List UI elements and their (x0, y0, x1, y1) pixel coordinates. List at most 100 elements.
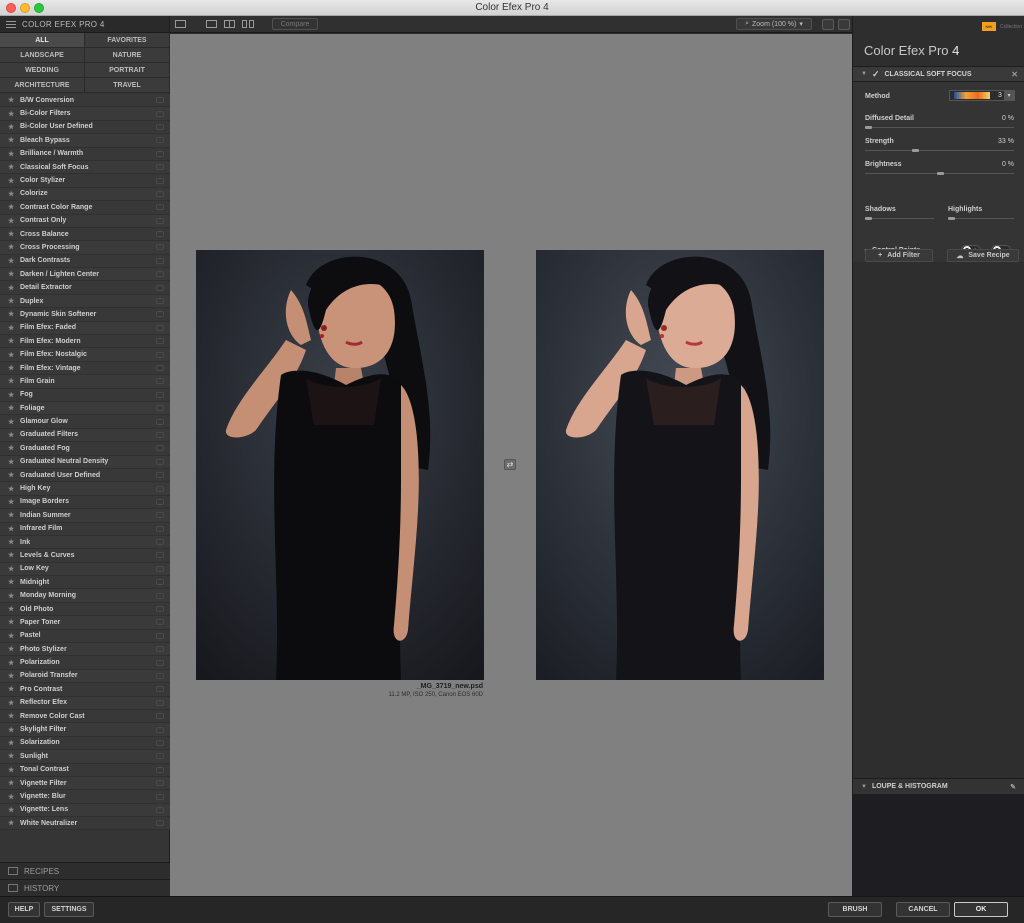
star-icon[interactable]: ★ (8, 351, 20, 359)
star-icon[interactable]: ★ (8, 726, 20, 734)
filter-presets-icon[interactable] (156, 431, 164, 438)
filter-item[interactable]: ★ Classical Soft Focus (0, 160, 170, 175)
star-icon[interactable]: ★ (8, 297, 20, 305)
star-icon[interactable]: ★ (8, 632, 20, 640)
filter-item[interactable]: ★ Vignette: Blur (0, 790, 170, 804)
filter-presets-icon[interactable] (156, 405, 164, 412)
star-icon[interactable]: ★ (8, 471, 20, 479)
filter-presets-icon[interactable] (156, 365, 164, 371)
filter-item[interactable]: ★ Cross Processing (0, 241, 170, 255)
filter-item[interactable]: ★ Color Stylizer (0, 174, 170, 188)
filter-item[interactable]: ★ Graduated Filters (0, 428, 170, 443)
filter-presets-icon[interactable] (156, 485, 164, 492)
add-filter-button[interactable]: + Add Filter (865, 249, 933, 262)
star-icon[interactable]: ★ (8, 645, 20, 653)
filter-item[interactable]: ★ Ink (0, 535, 170, 550)
star-icon[interactable]: ★ (8, 324, 20, 332)
star-icon[interactable]: ★ (8, 618, 20, 626)
filter-presets-icon[interactable] (156, 231, 164, 238)
slider-thumb[interactable] (912, 149, 920, 152)
star-icon[interactable]: ★ (8, 712, 20, 720)
star-icon[interactable]: ★ (8, 779, 20, 787)
save-recipe-button[interactable]: ☁ Save Recipe (947, 249, 1019, 262)
collapse-icon[interactable]: ▼ (861, 784, 867, 790)
filter-presets-icon[interactable] (156, 164, 164, 171)
star-icon[interactable]: ★ (8, 404, 20, 412)
star-icon[interactable]: ★ (8, 551, 20, 559)
category-tab-wedding[interactable]: WEDDING (0, 63, 85, 78)
filter-presets-icon[interactable] (156, 820, 164, 827)
settings-button[interactable]: SETTINGS (44, 902, 94, 917)
filter-item[interactable]: ★ Bi-Color Filters (0, 107, 170, 121)
star-icon[interactable]: ★ (8, 685, 20, 693)
filter-item[interactable]: ★ Darken / Lighten Center (0, 268, 170, 282)
star-icon[interactable]: ★ (8, 819, 20, 827)
split-view-icon[interactable] (224, 20, 235, 28)
filter-presets-icon[interactable] (156, 793, 164, 800)
filter-presets-icon[interactable] (156, 338, 164, 345)
category-tab-favorites[interactable]: FAVORITES (85, 33, 170, 48)
category-tab-portrait[interactable]: PORTRAIT (85, 63, 170, 78)
star-icon[interactable]: ★ (8, 752, 20, 760)
filter-presets-icon[interactable] (156, 284, 164, 291)
filter-presets-icon[interactable] (156, 632, 164, 639)
filter-item[interactable]: ★ Contrast Only (0, 214, 170, 228)
filter-presets-icon[interactable] (156, 445, 164, 452)
filter-enabled-checkmark-icon[interactable]: ✓ (872, 69, 880, 80)
filter-presets-icon[interactable] (156, 525, 164, 532)
filter-item[interactable]: ★ Reflector Efex (0, 696, 170, 710)
star-icon[interactable]: ★ (8, 150, 20, 158)
recipes-section[interactable]: RECIPES (0, 862, 170, 879)
filter-item[interactable]: ★ Graduated User Defined (0, 468, 170, 483)
filter-presets-icon[interactable] (156, 539, 164, 546)
filter-item[interactable]: ★ Colorize (0, 187, 170, 202)
pin-icon[interactable]: ✎ (1010, 783, 1016, 791)
sidebar-toggle-icon[interactable] (175, 20, 186, 28)
star-icon[interactable]: ★ (8, 270, 20, 278)
filter-item[interactable]: ★ B/W Conversion (0, 94, 170, 108)
star-icon[interactable]: ★ (8, 337, 20, 345)
filter-item[interactable]: ★ Dynamic Skin Softener (0, 308, 170, 322)
slider-thumb[interactable] (865, 126, 872, 129)
loupe-histogram-header[interactable]: ▼ LOUPE & HISTOGRAM ✎ (853, 778, 1024, 794)
filter-item[interactable]: ★ Cross Balance (0, 227, 170, 242)
filter-item[interactable]: ★ Contrast Color Range (0, 201, 170, 215)
star-icon[interactable]: ★ (8, 565, 20, 573)
star-icon[interactable]: ★ (8, 525, 20, 533)
slider-thumb[interactable] (936, 172, 944, 175)
star-icon[interactable]: ★ (8, 458, 20, 466)
star-icon[interactable]: ★ (8, 793, 20, 801)
filter-presets-icon[interactable] (156, 418, 164, 425)
star-icon[interactable]: ★ (8, 699, 20, 707)
menu-icon[interactable] (6, 20, 16, 28)
collapse-icon[interactable]: ▼ (861, 71, 867, 77)
star-icon[interactable]: ★ (8, 418, 20, 426)
filter-presets-icon[interactable] (156, 699, 164, 706)
filter-presets-icon[interactable] (156, 659, 164, 666)
filter-presets-icon[interactable] (156, 458, 164, 465)
filter-presets-icon[interactable] (156, 552, 164, 559)
star-icon[interactable]: ★ (8, 739, 20, 747)
star-icon[interactable]: ★ (8, 123, 20, 131)
filter-presets-icon[interactable] (156, 324, 164, 331)
filter-presets-icon[interactable] (156, 619, 164, 626)
brush-button[interactable]: BRUSH (828, 902, 882, 917)
filter-presets-icon[interactable] (156, 257, 164, 264)
filter-item[interactable]: ★ Skylight Filter (0, 723, 170, 737)
history-section[interactable]: HISTORY (0, 879, 170, 896)
star-icon[interactable]: ★ (8, 230, 20, 238)
filter-item[interactable]: ★ Film Grain (0, 375, 170, 389)
cancel-button[interactable]: CANCEL (896, 902, 950, 917)
filter-item[interactable]: ★ Vignette: Lens (0, 803, 170, 818)
filter-presets-icon[interactable] (156, 150, 164, 157)
filter-presets-icon[interactable] (156, 110, 164, 117)
star-icon[interactable]: ★ (8, 578, 20, 586)
filter-item[interactable]: ★ Film Efex: Nostalgic (0, 348, 170, 362)
background-dark-icon[interactable] (838, 19, 850, 30)
filter-item[interactable]: ★ Indian Summer (0, 509, 170, 523)
background-light-icon[interactable] (822, 19, 834, 30)
filter-item[interactable]: ★ Pastel (0, 629, 170, 644)
filter-presets-icon[interactable] (156, 204, 164, 211)
filter-presets-icon[interactable] (156, 606, 164, 613)
filter-item[interactable]: ★ Old Photo (0, 602, 170, 617)
